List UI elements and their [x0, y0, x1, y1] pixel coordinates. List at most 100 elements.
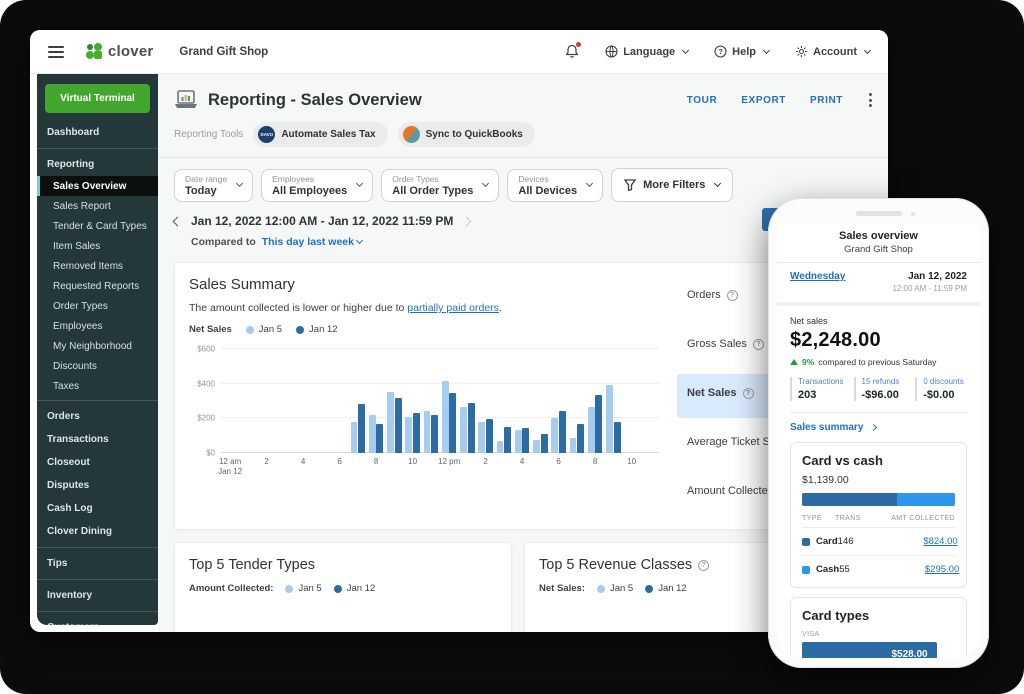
notification-bell-icon[interactable] — [565, 42, 582, 59]
sidebar-item-order-types[interactable]: Order Types — [37, 296, 158, 316]
sidebar-item-sales-overview[interactable]: Sales Overview — [37, 176, 158, 196]
more-options-kebab-icon[interactable] — [867, 91, 874, 109]
sidebar: Virtual Terminal Dashboard Reporting Sales… — [37, 74, 158, 625]
legend-jan5: Jan 5 — [245, 324, 282, 335]
globe-icon — [605, 45, 618, 58]
metric-label: Amount Collected — [687, 485, 774, 497]
automate-sales-tax-pill[interactable]: DAVO Automate Sales Tax — [253, 122, 388, 147]
sales-summary-note: The amount collected is lower or higher … — [189, 302, 502, 314]
clover-logo[interactable]: clover — [86, 43, 153, 60]
gear-icon — [795, 45, 808, 58]
chart-bar — [540, 433, 548, 453]
next-day-arrow-icon[interactable] — [461, 216, 472, 226]
up-arrow-icon — [790, 359, 798, 365]
sidebar-item-reporting[interactable]: Reporting — [37, 153, 158, 176]
phone-sales-summary-link[interactable]: Sales summary — [790, 413, 967, 442]
sidebar-divider — [37, 579, 158, 580]
chart-bar — [595, 394, 603, 453]
chart-bar — [350, 421, 358, 453]
sidebar-divider — [37, 547, 158, 548]
sidebar-item-dashboard[interactable]: Dashboard — [37, 121, 158, 144]
more-filters-label: More Filters — [643, 179, 706, 191]
phone-store-name: Grand Gift Shop — [777, 244, 980, 263]
phone-mockup: Sales overview Grand Gift Shop Wednesday… — [768, 198, 989, 668]
sidebar-item-my-neighborhood[interactable]: My Neighborhood — [37, 336, 158, 356]
y-axis-label: $400 — [197, 379, 215, 389]
phone-screen: Sales overview Grand Gift Shop Wednesday… — [777, 224, 980, 658]
chevron-right-icon — [870, 423, 878, 432]
x-axis-label: 12 am Jan 12 — [218, 457, 243, 477]
filter-date-range[interactable]: Date range Today — [174, 168, 254, 202]
chart-bar — [569, 438, 577, 453]
virtual-terminal-button[interactable]: Virtual Terminal — [45, 84, 150, 113]
sidebar-item-requested-reports[interactable]: Requested Reports — [37, 276, 158, 296]
card-vs-cash-title: Card vs cash — [802, 453, 883, 468]
sync-quickbooks-label: Sync to QuickBooks — [425, 129, 523, 140]
card-vs-cash-card: Card vs cash $1,139.00 TYPE TRANS AMT COLL… — [790, 442, 967, 588]
sidebar-item-tips[interactable]: Tips — [37, 552, 158, 575]
filter-value: All Employees — [272, 184, 348, 197]
more-filters-button[interactable]: More Filters — [611, 168, 734, 202]
chart-bar — [394, 398, 402, 453]
sidebar-item-taxes[interactable]: Taxes — [37, 376, 158, 396]
davo-icon: DAVO — [258, 126, 276, 143]
account-menu[interactable]: Account — [795, 45, 872, 58]
sidebar-item-disputes[interactable]: Disputes — [37, 474, 158, 497]
info-icon: ? — [698, 559, 710, 571]
print-button[interactable]: PRINT — [810, 95, 843, 106]
sidebar-item-closeout[interactable]: Closeout — [37, 451, 158, 474]
chart-bar — [551, 418, 559, 453]
x-axis-label: 4 — [300, 457, 306, 466]
phone-app-title: Sales overview — [839, 230, 918, 242]
funnel-icon — [624, 179, 637, 191]
legend-dot — [645, 584, 654, 593]
amount-link[interactable]: $824.00 — [882, 536, 957, 547]
card-types-card: Card types VISA $528.00 — [790, 597, 967, 658]
y-axis-label: $0 — [206, 448, 215, 458]
legend-dot — [333, 584, 342, 593]
filter-devices[interactable]: Devices All Devices — [507, 168, 604, 202]
filter-label: Devices — [518, 173, 549, 184]
language-label: Language — [623, 45, 676, 58]
sidebar-item-cash-log[interactable]: Cash Log — [37, 497, 158, 520]
filter-order-types[interactable]: Order Types All Order Types — [381, 168, 500, 202]
language-menu[interactable]: Language — [605, 45, 690, 58]
sidebar-item-tender-card-types[interactable]: Tender & Card Types — [37, 216, 158, 236]
sync-quickbooks-pill[interactable]: Sync to QuickBooks — [397, 122, 535, 147]
help-menu[interactable]: ? Help — [714, 45, 771, 58]
table-header: TRANS — [835, 515, 861, 522]
reporting-tools-label: Reporting Tools — [174, 129, 244, 140]
tour-button[interactable]: TOUR — [687, 95, 718, 106]
table-row-card: Card 146 $824.00 — [802, 528, 958, 556]
sidebar-item-item-sales[interactable]: Item Sales — [37, 236, 158, 256]
sidebar-item-clover-dining[interactable]: Clover Dining — [37, 520, 158, 543]
phone-stat-15-refunds: 15 refunds -$96.00 — [853, 377, 906, 401]
table-header: TYPE — [802, 515, 822, 522]
phone-time-range: 12:00 AM - 11:59 PM — [892, 284, 967, 293]
visa-label: VISA — [802, 631, 820, 638]
hamburger-menu-icon[interactable] — [48, 45, 64, 58]
help-label: Help — [732, 45, 756, 58]
export-button[interactable]: EXPORT — [741, 95, 786, 106]
sidebar-item-inventory[interactable]: Inventory — [37, 584, 158, 607]
sidebar-item-customers[interactable]: Customers — [37, 616, 158, 625]
metric-label: Net Sales — [687, 387, 737, 399]
chevron-down-icon — [482, 179, 490, 188]
sidebar-item-discounts[interactable]: Discounts — [37, 356, 158, 376]
sidebar-item-employees[interactable]: Employees — [37, 316, 158, 336]
filters-row: Date range Today Employees All Employees Ord… — [174, 168, 874, 202]
phone-date: Jan 12, 2022 — [908, 271, 967, 282]
legend-metric-label: Net Sales — [189, 324, 232, 335]
sidebar-item-removed-items[interactable]: Removed Items — [37, 256, 158, 276]
comparison-selector[interactable]: This day last week — [262, 236, 364, 248]
sidebar-item-sales-report[interactable]: Sales Report — [37, 196, 158, 216]
card-top-5-tender-types: Top 5 Tender Types Amount Collected: Jan 5… — [174, 542, 512, 632]
partially-paid-orders-link[interactable]: partially paid orders — [407, 302, 499, 314]
filter-label: Order Types — [392, 173, 439, 184]
phone-day-link[interactable]: Wednesday — [790, 271, 845, 282]
amount-link[interactable]: $295.00 — [883, 564, 959, 575]
previous-day-arrow-icon[interactable] — [172, 216, 183, 226]
filter-employees[interactable]: Employees All Employees — [261, 168, 374, 202]
sidebar-item-orders[interactable]: Orders — [37, 405, 158, 428]
sidebar-item-transactions[interactable]: Transactions — [37, 428, 158, 451]
